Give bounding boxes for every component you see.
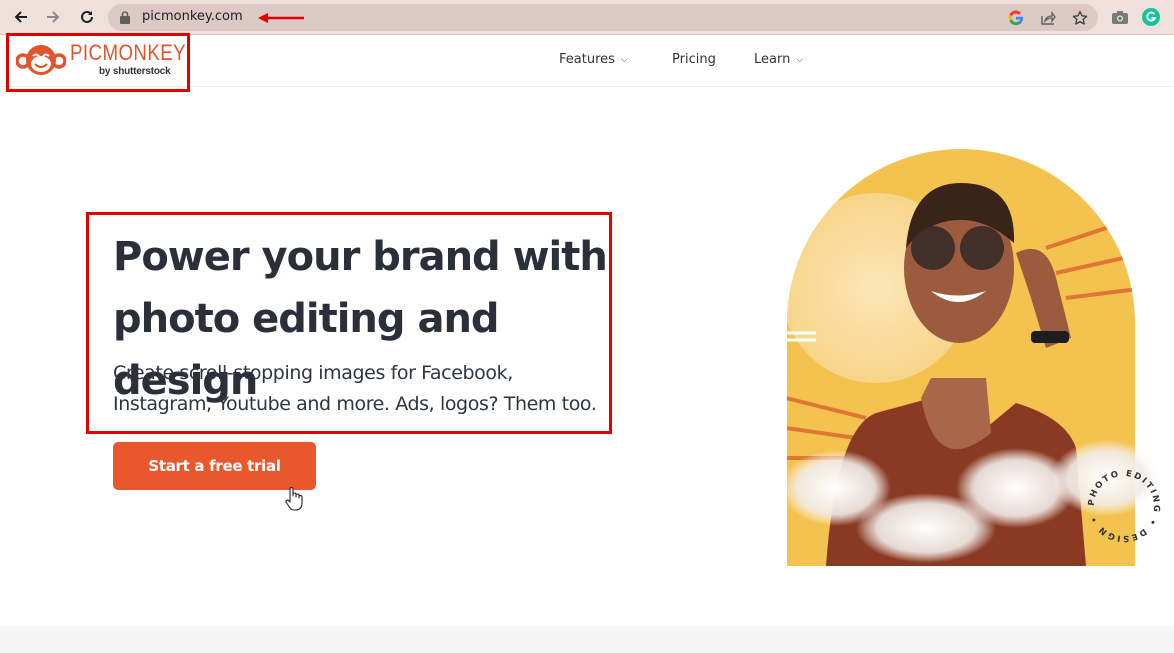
lock-icon <box>120 11 130 24</box>
hero-subtitle-line-2: Instagram, Youtube and more. Ads, logos?… <box>113 393 597 415</box>
browser-toolbar: picmonkey.com <box>0 0 1174 35</box>
address-bar[interactable]: picmonkey.com <box>108 4 1098 31</box>
bookmark-button[interactable] <box>1070 8 1090 28</box>
logo-link[interactable]: PICMONKEY by shutterstock <box>6 33 190 92</box>
hero-illustration: PHOTO EDITING • DESIGN • <box>781 149 1161 566</box>
reload-icon <box>81 10 93 23</box>
site-header: PICMONKEY by shutterstock Features ⌵ Pri… <box>0 33 1174 92</box>
share-button[interactable] <box>1038 8 1058 28</box>
nav-learn[interactable]: Learn ⌵ <box>754 52 803 67</box>
nav-features[interactable]: Features ⌵ <box>559 52 628 67</box>
hero-subtitle: Create scroll-stopping images for Facebo… <box>113 358 608 420</box>
camera-icon <box>1112 11 1128 24</box>
google-icon <box>1008 10 1023 26</box>
nav-features-label: Features <box>559 52 615 67</box>
logo-subtitle: by shutterstock <box>99 66 171 77</box>
forward-icon <box>47 11 60 23</box>
sunglasses-right <box>960 226 1004 270</box>
grammarly-extension-button[interactable] <box>1141 7 1161 27</box>
back-button[interactable] <box>10 6 32 28</box>
logo-wordmark: PICMONKEY <box>70 40 187 65</box>
monkey-logo-icon <box>16 45 66 75</box>
bookmark-star-icon <box>1072 10 1088 25</box>
start-free-trial-button[interactable]: Start a free trial <box>113 442 316 490</box>
google-lens-button[interactable] <box>1006 8 1026 28</box>
nav-learn-label: Learn <box>754 52 791 67</box>
share-icon <box>1041 11 1056 25</box>
next-section-band <box>0 626 1174 653</box>
url-text[interactable]: picmonkey.com <box>142 9 243 24</box>
annotation-arrow <box>258 13 304 23</box>
nav-pricing[interactable]: Pricing <box>672 52 716 67</box>
forward-button[interactable] <box>42 6 64 28</box>
sunglasses-left <box>911 226 955 270</box>
hand-cursor-icon <box>285 487 303 511</box>
hero-title-line-1: Power your brand with <box>113 234 608 280</box>
nav-pricing-label: Pricing <box>672 52 716 67</box>
grammarly-icon <box>1142 8 1160 26</box>
back-icon <box>14 11 27 23</box>
watch <box>1031 331 1069 343</box>
hero-image: PHOTO EDITING • DESIGN • <box>686 148 1174 566</box>
chevron-down-icon: ⌵ <box>620 54 628 65</box>
screenshot-extension-button[interactable] <box>1110 7 1130 27</box>
chevron-down-icon: ⌵ <box>796 54 804 65</box>
reload-button[interactable] <box>76 6 98 28</box>
hero-subtitle-line-1: Create scroll-stopping images for Facebo… <box>113 362 513 384</box>
